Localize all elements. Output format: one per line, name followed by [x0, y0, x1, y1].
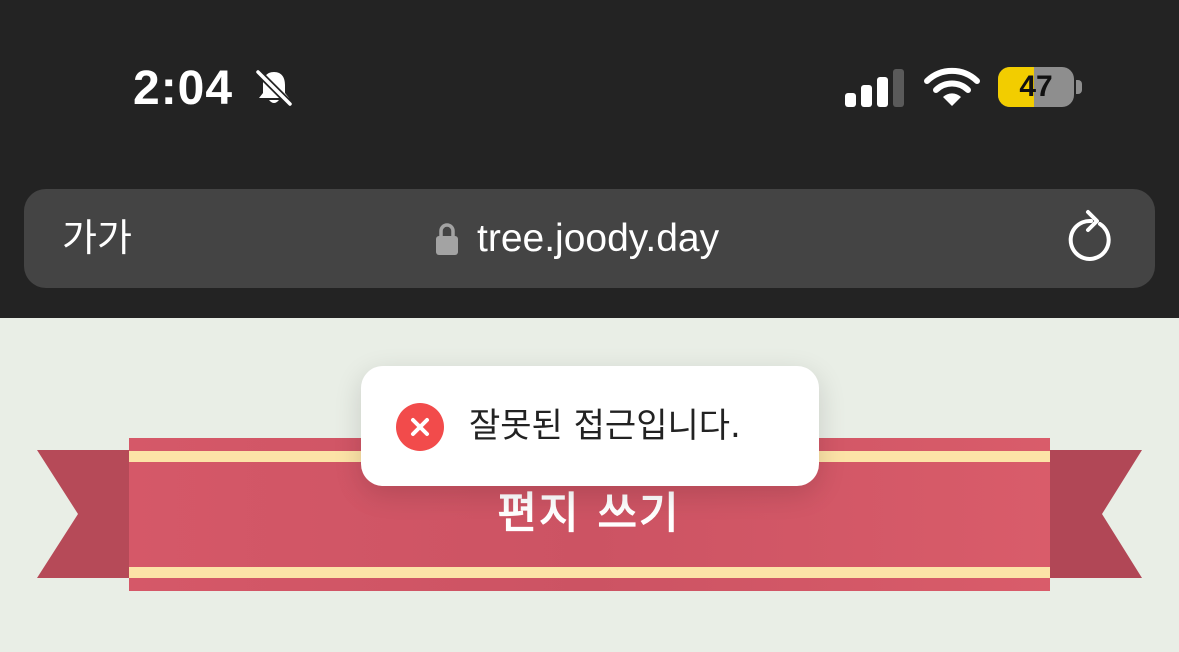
toast-message: 잘못된 접근입니다. [469, 406, 741, 446]
address-bar[interactable]: 가가 tree.joody.day [24, 189, 1155, 288]
text-size-button[interactable]: 가가 [62, 189, 132, 288]
phone-screen: 2:04 47 가가 tree.joody.day 편지 쓰기 잘못된 접근입니… [0, 0, 1179, 652]
url-display[interactable]: tree.joody.day [435, 189, 719, 288]
url-text: tree.joody.day [477, 216, 720, 260]
status-time: 2:04 [133, 62, 234, 115]
bell-off-icon [254, 68, 294, 108]
error-icon [396, 403, 444, 451]
reload-icon[interactable] [1064, 209, 1118, 267]
cellular-signal-icon [845, 69, 904, 107]
battery-tip [1076, 80, 1082, 94]
error-toast: 잘못된 접근입니다. [361, 366, 819, 486]
wifi-icon [924, 67, 980, 106]
browser-chrome: 2:04 47 가가 tree.joody.day [0, 0, 1179, 318]
battery-indicator: 47 [998, 67, 1074, 107]
lock-icon [436, 222, 458, 255]
battery-level: 47 [1019, 70, 1053, 103]
